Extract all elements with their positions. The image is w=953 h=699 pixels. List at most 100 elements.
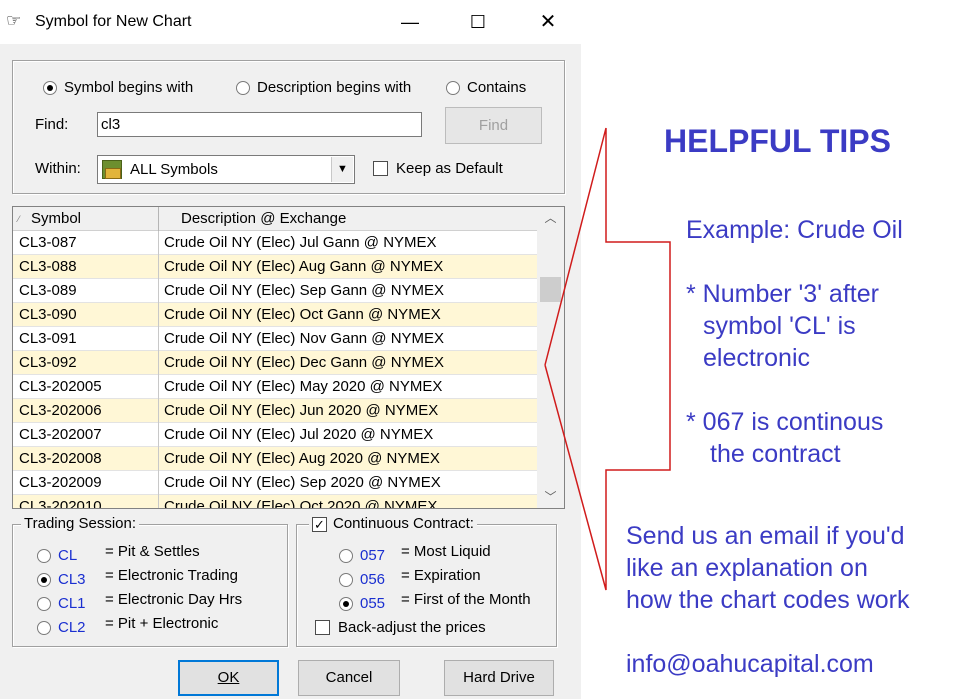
radio-indicator — [446, 80, 460, 95]
close-button[interactable]: ✕ — [518, 0, 578, 44]
tip-point1-line3: electronic — [703, 344, 810, 372]
radio-055[interactable]: 055 — [339, 593, 385, 615]
find-button[interactable]: Find — [445, 107, 542, 144]
contact-email[interactable]: info@oahucapital.com — [626, 648, 874, 680]
find-label: Find: — [35, 116, 69, 133]
vertical-scrollbar[interactable]: ︿ ﹀ — [537, 207, 564, 508]
sort-ascending-icon: ⁄ — [18, 214, 20, 224]
find-input[interactable] — [97, 112, 422, 137]
description-cell: Crude Oil NY (Elec) Sep Gann @ NYMEX — [164, 282, 445, 299]
tip-point2-line1: * 067 is continous — [686, 408, 884, 436]
within-select[interactable]: ALL Symbols ▼ — [97, 155, 355, 184]
minimize-button[interactable]: — — [380, 0, 440, 44]
hard-drive-button[interactable]: Hard Drive — [444, 660, 554, 696]
tip-email-line2: like an explanation on — [626, 554, 868, 582]
table-row[interactable]: CL3-091 Crude Oil NY (Elec) Nov Gann @ NY… — [13, 327, 537, 351]
radio-contains[interactable]: Contains — [446, 79, 526, 96]
scroll-down-icon[interactable]: ﹀ — [537, 486, 564, 508]
radio-symbol-begins[interactable]: Symbol begins with — [43, 79, 193, 96]
radio-cl3[interactable]: CL3 — [37, 569, 86, 591]
option-description: = Expiration — [401, 567, 481, 584]
symbol-cell: CL3-202010 — [13, 495, 159, 508]
continuous-contract-label: Continuous Contract: — [333, 515, 474, 532]
radio-cl1[interactable]: CL1 — [37, 593, 86, 615]
radio-label: Contains — [467, 79, 527, 96]
scroll-thumb[interactable] — [540, 277, 561, 302]
table-row[interactable]: CL3-089 Crude Oil NY (Elec) Sep Gann @ NY… — [13, 279, 537, 303]
cancel-button[interactable]: Cancel — [298, 660, 400, 696]
back-adjust-checkbox[interactable]: Back-adjust the prices — [315, 619, 486, 636]
table-row[interactable]: CL3-087 Crude Oil NY (Elec) Jul Gann @ NY… — [13, 231, 537, 255]
description-cell: Crude Oil NY (Elec) Aug Gann @ NYMEX — [164, 258, 444, 275]
symbol-cell: CL3-202006 — [13, 399, 159, 423]
scroll-up-icon[interactable]: ︿ — [537, 207, 564, 229]
keep-default-label: Keep as Default — [396, 160, 503, 177]
ok-label: OK — [217, 669, 240, 686]
continuous-contract-checkbox[interactable]: ✓ Continuous Contract: — [309, 515, 477, 533]
list-rows: CL3-087 Crude Oil NY (Elec) Jul Gann @ NY… — [13, 231, 537, 509]
radio-cl[interactable]: CL — [37, 545, 77, 567]
within-label: Within: — [35, 160, 81, 177]
radio-cl2[interactable]: CL2 — [37, 617, 86, 639]
symbol-list[interactable]: ⁄ Symbol Description @ Exchange CL3-087 C… — [12, 206, 565, 509]
option-description: = Electronic Day Hrs — [105, 591, 243, 608]
symbol-cell: CL3-089 — [13, 279, 159, 303]
option-description: = Most Liquid — [401, 543, 491, 560]
table-row[interactable]: CL3-088 Crude Oil NY (Elec) Aug Gann @ NY… — [13, 255, 537, 279]
tip-point2-line2: the contract — [710, 440, 841, 468]
option-description: = Pit + Electronic — [105, 615, 219, 632]
description-cell: Crude Oil NY (Elec) Dec Gann @ NYMEX — [164, 354, 445, 371]
contract-option-057[interactable]: 057 = Most Liquid — [297, 541, 556, 564]
column-header-description[interactable]: Description @ Exchange — [159, 207, 537, 231]
table-row[interactable]: CL3-092 Crude Oil NY (Elec) Dec Gann @ NY… — [13, 351, 537, 375]
contract-option-056[interactable]: 056 = Expiration — [297, 565, 556, 588]
table-row[interactable]: CL3-202009 Crude Oil NY (Elec) Sep 2020 @… — [13, 471, 537, 495]
description-cell: Crude Oil NY (Elec) Jul 2020 @ NYMEX — [164, 426, 434, 443]
table-row[interactable]: CL3-202005 Crude Oil NY (Elec) May 2020 @… — [13, 375, 537, 399]
description-cell: Crude Oil NY (Elec) Oct 2020 @ NYMEX — [164, 498, 438, 509]
column-header-symbol[interactable]: ⁄ Symbol — [13, 207, 159, 231]
trading-session-label: Trading Session: — [21, 515, 140, 533]
radio-indicator — [339, 597, 353, 611]
table-row[interactable]: CL3-090 Crude Oil NY (Elec) Oct Gann @ NY… — [13, 303, 537, 327]
session-option-cl2[interactable]: CL2 = Pit + Electronic — [13, 613, 287, 636]
session-option-cl1[interactable]: CL1 = Electronic Day Hrs — [13, 589, 287, 612]
symbol-cell: CL3-202008 — [13, 447, 159, 471]
continuous-contract-group: ✓ Continuous Contract: 057 = Most Liquid 0… — [296, 515, 557, 647]
chevron-down-icon[interactable]: ▼ — [331, 157, 353, 182]
checkbox-indicator — [373, 161, 388, 176]
radio-indicator — [37, 573, 51, 587]
maximize-button[interactable]: ☐ — [448, 0, 508, 44]
keep-default-checkbox[interactable]: Keep as Default — [373, 160, 503, 177]
radio-057[interactable]: 057 — [339, 545, 385, 567]
session-option-cl3[interactable]: CL3 = Electronic Trading — [13, 565, 287, 588]
option-code: CL — [58, 547, 78, 564]
symbol-cell: CL3-087 — [13, 231, 159, 255]
symbol-cell: CL3-202007 — [13, 423, 159, 447]
option-code: CL3 — [58, 571, 86, 588]
radio-indicator — [339, 549, 353, 563]
symbol-cell: CL3-091 — [13, 327, 159, 351]
radio-indicator — [43, 80, 57, 95]
radio-indicator — [37, 621, 51, 635]
table-row[interactable]: CL3-202010 Crude Oil NY (Elec) Oct 2020 @… — [13, 495, 537, 509]
checkbox-indicator: ✓ — [312, 516, 327, 532]
option-code: 056 — [360, 571, 386, 588]
checkbox-indicator — [315, 620, 330, 635]
session-option-cl[interactable]: CL = Pit & Settles — [13, 541, 287, 564]
description-cell: Crude Oil NY (Elec) Jul Gann @ NYMEX — [164, 234, 437, 251]
table-row[interactable]: CL3-202008 Crude Oil NY (Elec) Aug 2020 @… — [13, 447, 537, 471]
option-description: = Electronic Trading — [105, 567, 238, 584]
option-code: CL1 — [58, 595, 86, 612]
option-code: CL2 — [58, 619, 86, 636]
radio-description-begins[interactable]: Description begins with — [236, 79, 411, 96]
radio-indicator — [37, 549, 51, 563]
search-group: Symbol begins with Description begins wi… — [12, 60, 565, 194]
ok-button[interactable]: OK — [178, 660, 279, 696]
table-row[interactable]: CL3-202007 Crude Oil NY (Elec) Jul 2020 @… — [13, 423, 537, 447]
contract-option-055[interactable]: 055 = First of the Month — [297, 589, 556, 612]
table-row[interactable]: CL3-202006 Crude Oil NY (Elec) Jun 2020 @… — [13, 399, 537, 423]
radio-056[interactable]: 056 — [339, 569, 385, 591]
tips-title: HELPFUL TIPS — [664, 123, 891, 159]
tip-point1-line2: symbol 'CL' is — [703, 312, 856, 340]
